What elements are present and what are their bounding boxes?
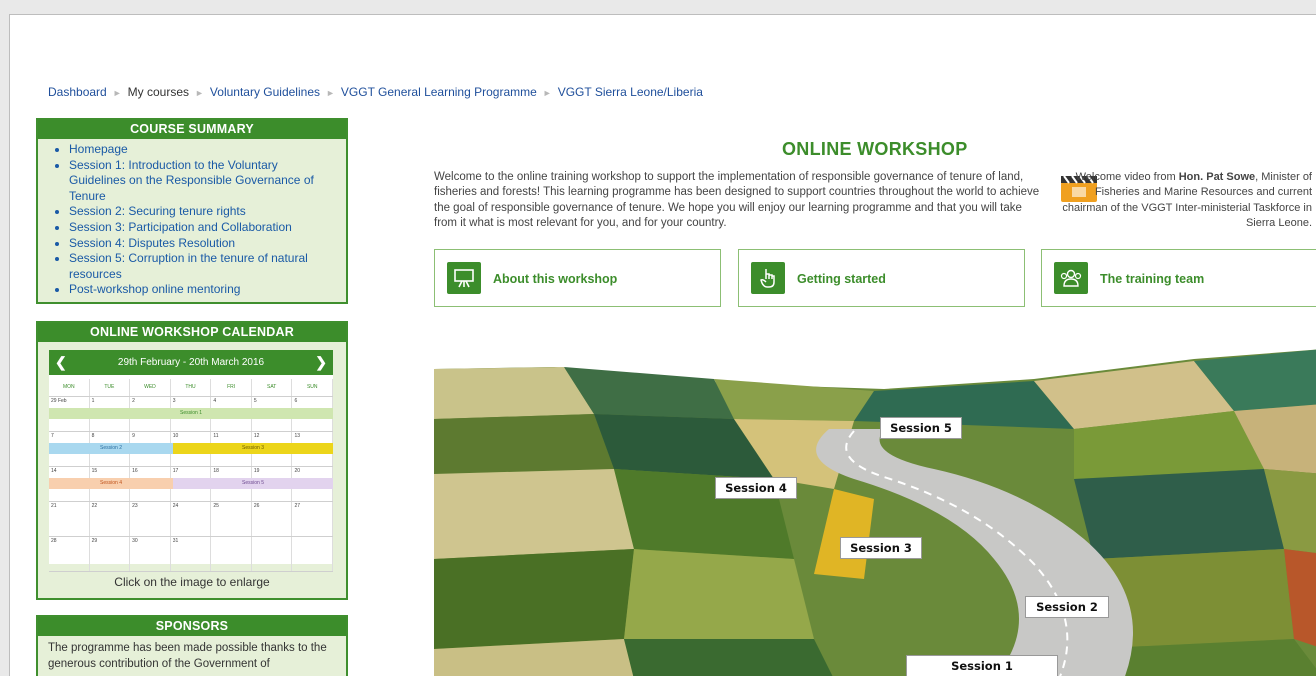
page-title: ONLINE WORKSHOP <box>782 139 968 159</box>
calendar-range: 29th February - 20th March 2016 <box>117 357 265 368</box>
breadcrumb-separator-icon: ► <box>112 88 122 98</box>
breadcrumb-current[interactable]: VGGT Sierra Leone/Liberia <box>558 85 703 99</box>
calendar-image[interactable]: ❮ 29th February - 20th March 2016 ❯ MON T… <box>49 350 334 572</box>
about-workshop-button[interactable]: About this workshop <box>434 249 721 307</box>
calendar-day-cell: 24 <box>171 502 212 536</box>
calendar-day-header: THU <box>171 379 212 396</box>
calendar-bar-session-2: Session 2 <box>49 443 173 454</box>
course-link-session-2[interactable]: Session 2: Securing tenure rights <box>69 204 246 218</box>
calendar-day-cell: 25 <box>211 502 252 536</box>
calendar-header: ❮ 29th February - 20th March 2016 ❯ <box>49 350 333 375</box>
calendar-caption: Click on the image to enlarge <box>114 575 270 589</box>
calendar-day-cell: 23 <box>130 502 171 536</box>
calendar-block: ONLINE WORKSHOP CALENDAR ❮ 29th February… <box>36 321 348 600</box>
calendar-days-row: MON TUE WED THU FRI SAT SUN <box>49 379 334 397</box>
calendar-bar-session-3: Session 3 <box>173 443 333 454</box>
breadcrumb-dashboard[interactable]: Dashboard <box>48 85 107 99</box>
session-5-marker[interactable]: Session 5 <box>880 417 962 439</box>
calendar-day-cell: 26 <box>252 502 293 536</box>
sponsors-text: The programme has been made possible tha… <box>48 642 327 670</box>
course-summary-list: Homepage Session 1: Introduction to the … <box>38 142 346 298</box>
calendar-day-cell <box>252 537 293 571</box>
sessions-landscape-map: Session 5 Session 4 Session 3 Session 2 … <box>434 349 1316 676</box>
list-item: Session 3: Participation and Collaborati… <box>69 220 346 236</box>
video-description: Welcome video from Hon. Pat Sowe, Minist… <box>1050 170 1312 231</box>
calendar-bar-session-4: Session 4 <box>49 478 173 489</box>
calendar-day-header: SAT <box>252 379 293 396</box>
breadcrumb-separator-icon: ► <box>542 88 552 98</box>
session-4-marker[interactable]: Session 4 <box>715 477 797 499</box>
training-team-label: The training team <box>1100 272 1205 286</box>
breadcrumb-general-programme[interactable]: VGGT General Learning Programme <box>341 85 537 99</box>
course-link-homepage[interactable]: Homepage <box>69 142 128 156</box>
course-summary-title: COURSE SUMMARY <box>38 120 346 139</box>
calendar-day-cell <box>211 537 252 571</box>
course-link-mentoring[interactable]: Post-workshop online mentoring <box>69 282 240 296</box>
calendar-day-header: WED <box>130 379 171 396</box>
pointing-hand-icon <box>751 262 785 294</box>
session-3-marker[interactable]: Session 3 <box>840 537 922 559</box>
getting-started-button[interactable]: Getting started <box>738 249 1025 307</box>
chevron-right-icon: ❯ <box>315 354 327 370</box>
session-2-marker[interactable]: Session 2 <box>1025 596 1109 618</box>
video-description-prefix: Welcome video from <box>1075 171 1179 183</box>
calendar-title: ONLINE WORKSHOP CALENDAR <box>38 323 346 342</box>
course-link-session-5[interactable]: Session 5: Corruption in the tenure of n… <box>69 251 308 281</box>
page: Dashboard ► My courses ► Voluntary Guideline… <box>9 14 1316 676</box>
calendar-day-cell: 21 <box>49 502 90 536</box>
session-1-marker[interactable]: Session 1 <box>906 655 1058 676</box>
course-link-session-4[interactable]: Session 4: Disputes Resolution <box>69 236 235 250</box>
list-item: Homepage <box>69 142 346 158</box>
breadcrumb-separator-icon: ► <box>326 88 335 98</box>
welcome-text: Welcome to the online training workshop … <box>434 171 1040 230</box>
course-summary-block: COURSE SUMMARY Homepage Session 1: Intro… <box>36 118 348 304</box>
calendar-day-cell: 22 <box>90 502 131 536</box>
calendar-week-row: 21 22 23 24 25 26 27 <box>49 502 334 537</box>
breadcrumb: Dashboard ► My courses ► Voluntary Guideline… <box>48 85 703 99</box>
list-item: Session 1: Introduction to the Voluntary… <box>69 158 346 205</box>
getting-started-label: Getting started <box>797 272 886 286</box>
course-link-session-3[interactable]: Session 3: Participation and Collaborati… <box>69 220 292 234</box>
training-team-button[interactable]: The training team <box>1041 249 1316 307</box>
list-item: Post-workshop online mentoring <box>69 282 346 298</box>
breadcrumb-separator-icon: ► <box>195 88 204 98</box>
breadcrumb-my-courses[interactable]: My courses <box>128 85 189 99</box>
calendar-day-header: MON <box>49 379 90 396</box>
calendar-day-cell <box>292 537 334 571</box>
course-link-session-1[interactable]: Session 1: Introduction to the Voluntary… <box>69 158 314 203</box>
calendar-day-cell: 28 <box>49 537 90 571</box>
calendar-day-cell: 27 <box>292 502 334 536</box>
video-speaker-name: Hon. Pat Sowe <box>1178 171 1256 183</box>
sponsors-block: SPONSORS The programme has been made pos… <box>36 615 348 676</box>
sponsors-title: SPONSORS <box>38 617 346 636</box>
calendar-day-cell: 29 <box>90 537 131 571</box>
calendar-day-header: SUN <box>292 379 334 396</box>
presentation-board-icon <box>447 262 481 294</box>
calendar-bar-session-1: Session 1 <box>49 408 333 419</box>
landscape-illustration <box>434 349 1316 676</box>
about-workshop-label: About this workshop <box>493 272 618 286</box>
team-people-icon <box>1054 262 1088 294</box>
list-item: Session 5: Corruption in the tenure of n… <box>69 251 346 282</box>
calendar-week-row: 28 29 30 31 <box>49 537 334 572</box>
calendar-day-cell: 30 <box>130 537 171 571</box>
list-item: Session 2: Securing tenure rights <box>69 204 346 220</box>
calendar-day-cell: 31 <box>171 537 212 571</box>
breadcrumb-voluntary-guidelines[interactable]: Voluntary Guidelines <box>210 85 320 99</box>
calendar-day-header: FRI <box>211 379 252 396</box>
calendar-bar-session-5: Session 5 <box>173 478 333 489</box>
calendar-day-header: TUE <box>90 379 131 396</box>
list-item: Session 4: Disputes Resolution <box>69 236 346 252</box>
